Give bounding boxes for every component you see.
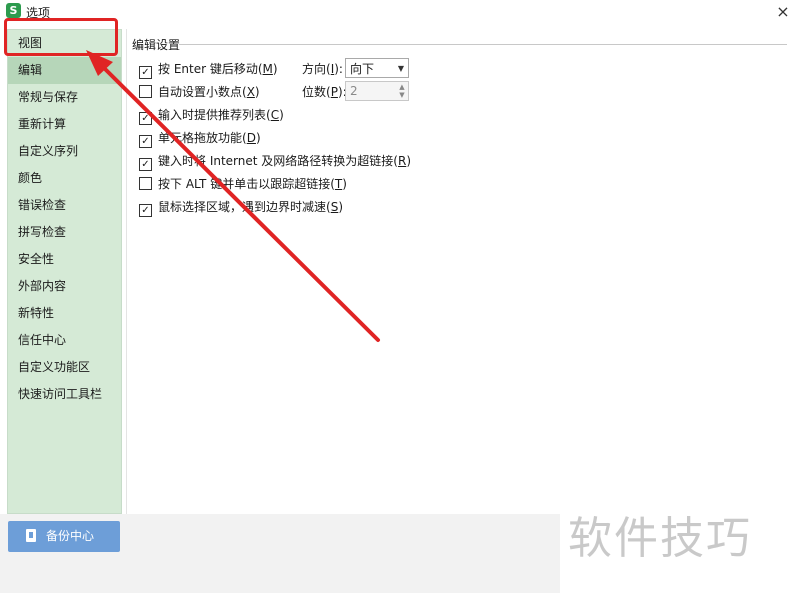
wps-spreadsheet-app-icon: S [6, 3, 21, 18]
checkbox-move-after-enter[interactable]: ✓ [139, 66, 152, 79]
decimal-places-spinner[interactable]: 2 ▲ ▼ [345, 81, 409, 101]
sidebar-item-custom-lists[interactable]: 自定义序列 [8, 138, 121, 165]
option-label: 按下 ALT 键并单击以跟踪超链接(T) [158, 177, 347, 191]
sidebar-item-recalculate[interactable]: 重新计算 [8, 111, 121, 138]
spinner-down-icon[interactable]: ▼ [398, 91, 406, 99]
sidebar-item-color[interactable]: 颜色 [8, 165, 121, 192]
sidebar-item-edit[interactable]: 编辑 [8, 57, 121, 84]
decimal-places-label: 位数(P): [302, 85, 347, 99]
option-drag-drop[interactable]: ✓ 单元格拖放功能(D) [139, 129, 261, 148]
sidebar-item-external-content[interactable]: 外部内容 [8, 273, 121, 300]
direction-label: 方向(I): [302, 62, 343, 76]
section-title: 编辑设置 [132, 38, 181, 52]
checkbox-alt-click-hyperlink[interactable] [139, 177, 152, 190]
checkbox-drag-drop[interactable]: ✓ [139, 135, 152, 148]
watermark-text: 软件技巧 [568, 513, 752, 564]
option-selection-slowdown[interactable]: ✓ 鼠标选择区域，遇到边界时减速(S) [139, 198, 343, 217]
option-move-after-enter[interactable]: ✓ 按 Enter 键后移动(M) [139, 60, 278, 79]
direction-select[interactable]: 向下 ▼ [345, 58, 409, 78]
checkbox-selection-slowdown[interactable]: ✓ [139, 204, 152, 217]
close-icon: × [776, 2, 790, 21]
backup-center-button[interactable]: 备份中心 [8, 521, 120, 552]
option-label: 键入时将 Internet 及网络路径转换为超链接(R) [158, 154, 411, 168]
sidebar-item-spell-check[interactable]: 拼写检查 [8, 219, 121, 246]
sidebar-item-quick-access-toolbar[interactable]: 快速访问工具栏 [8, 381, 121, 408]
title-bar: S 选项 × [0, 0, 800, 24]
options-category-sidebar: 视图 编辑 常规与保存 重新计算 自定义序列 颜色 错误检查 拼写检查 安全性 … [7, 29, 122, 514]
section-divider [179, 44, 787, 45]
close-button[interactable]: × [770, 0, 796, 24]
option-label: 鼠标选择区域，遇到边界时减速(S) [158, 200, 343, 214]
window-title: 选项 [26, 6, 51, 20]
sidebar-item-customize-ribbon[interactable]: 自定义功能区 [8, 354, 121, 381]
sidebar-item-new-features[interactable]: 新特性 [8, 300, 121, 327]
sidebar-item-security[interactable]: 安全性 [8, 246, 121, 273]
sidebar-item-view[interactable]: 视图 [8, 30, 121, 57]
option-auto-hyperlink[interactable]: ✓ 键入时将 Internet 及网络路径转换为超链接(R) [139, 152, 411, 171]
option-auto-decimal[interactable]: 自动设置小数点(X) [139, 83, 260, 101]
option-label: 按 Enter 键后移动(M) [158, 62, 278, 76]
spinner-up-icon[interactable]: ▲ [398, 83, 406, 91]
option-label: 单元格拖放功能(D) [158, 131, 261, 145]
sidebar-item-general-save[interactable]: 常规与保存 [8, 84, 121, 111]
sidebar-item-trust-center[interactable]: 信任中心 [8, 327, 121, 354]
checkbox-auto-decimal[interactable] [139, 85, 152, 98]
option-autocomplete-list[interactable]: ✓ 输入时提供推荐列表(C) [139, 106, 284, 125]
option-label: 自动设置小数点(X) [158, 85, 260, 99]
backup-icon [26, 529, 36, 542]
option-alt-click-hyperlink[interactable]: 按下 ALT 键并单击以跟踪超链接(T) [139, 175, 347, 193]
option-label: 输入时提供推荐列表(C) [158, 108, 284, 122]
edit-settings-panel: 编辑设置 ✓ 按 Enter 键后移动(M) 方向(I): 向下 ▼ 自动设置小数… [126, 29, 795, 516]
checkbox-autocomplete-list[interactable]: ✓ [139, 112, 152, 125]
sidebar-item-error-checking[interactable]: 错误检查 [8, 192, 121, 219]
checkbox-auto-hyperlink[interactable]: ✓ [139, 158, 152, 171]
chevron-down-icon: ▼ [397, 64, 404, 73]
